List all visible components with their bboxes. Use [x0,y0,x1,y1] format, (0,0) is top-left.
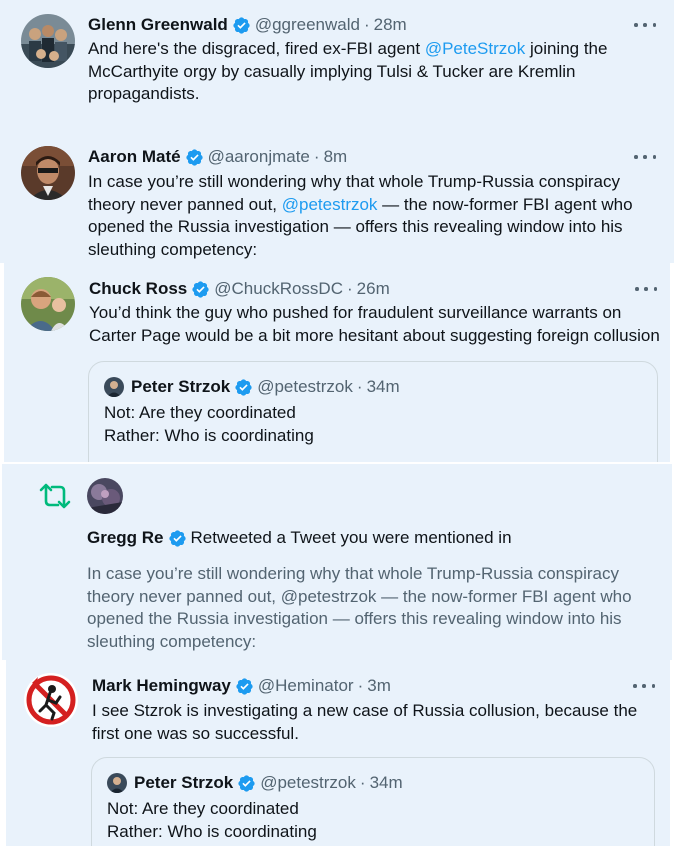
user-handle[interactable]: @ggreenwald [255,15,360,35]
quoted-avatar [104,377,124,397]
quoted-text: Not: Are they coordinated Rather: Who is… [107,798,647,843]
tweet-header: Aaron Maté @aaronjmate · 8m [88,146,347,168]
quoted-line: Not: Are they coordinated [107,799,299,818]
separator-dot: · [313,147,320,166]
quoted-text: Not: Are they coordinated Rather: Who is… [104,402,644,447]
retweet-header: Gregg Re Retweeted a Tweet you were ment… [87,527,512,549]
tweet-card-greenwald[interactable]: Glenn Greenwald @ggreenwald · 28m And he… [0,0,674,132]
more-options-icon[interactable] [633,679,655,693]
display-name[interactable]: Chuck Ross [89,279,187,299]
tweet-text: And here's the disgraced, fired ex-FBI a… [88,38,648,106]
quoted-header: Peter Strzok @petestrzok · 34m [134,772,403,794]
separator-dot: · [359,773,366,792]
quoted-tweet[interactable]: Peter Strzok @petestrzok · 34m Not: Are … [91,757,655,846]
quoted-line: Not: Are they coordinated [104,403,296,422]
separator-dot: · [356,377,363,396]
avatar[interactable] [21,146,75,200]
quoted-timestamp: 34m [366,377,400,396]
retweet-action-text: Retweeted a Tweet you were mentioned in [190,528,512,547]
verified-badge-icon [234,378,253,397]
separator-dot: · [357,676,364,695]
quoted-header: Peter Strzok @petestrzok · 34m [131,376,400,398]
tweet-text: You’d think the guy who pushed for fraud… [89,303,660,345]
mention-link[interactable]: @petestrzok [282,195,378,214]
verified-badge-icon [235,677,254,696]
quoted-user-handle: @petestrzok [257,377,353,396]
timestamp[interactable]: 8m [324,147,348,167]
tweet-header: Chuck Ross @ChuckRossDC · 26m [89,278,390,300]
display-name[interactable]: Mark Hemingway [92,676,231,696]
quoted-display-name: Peter Strzok [134,773,234,792]
display-name[interactable]: Glenn Greenwald [88,15,228,35]
verified-badge-icon [168,529,187,548]
verified-badge-icon [191,280,210,299]
tweet-header: Glenn Greenwald @ggreenwald · 28m [88,14,407,36]
mention-link[interactable]: @PeteStrzok [425,39,525,58]
verified-badge-icon [232,16,251,35]
user-handle[interactable]: @aaronjmate [208,147,310,167]
quoted-tweet[interactable]: Peter Strzok @petestrzok · 34m Not: Are … [88,361,658,462]
retweet-notification-card[interactable]: Gregg Re Retweeted a Tweet you were ment… [2,464,672,660]
quoted-display-name: Peter Strzok [131,377,231,396]
user-handle[interactable]: @Heminator [258,676,354,696]
retweeter-name[interactable]: Gregg Re [87,528,164,548]
quoted-user-handle: @petestrzok [260,773,356,792]
timestamp[interactable]: 3m [367,676,391,696]
avatar[interactable] [21,277,75,331]
display-name[interactable]: Aaron Maté [88,147,181,167]
tweet-text: In case you’re still wondering why that … [88,171,648,261]
verified-badge-icon [237,774,256,793]
avatar[interactable] [21,14,75,68]
quoted-line: Rather: Who is coordinating [104,425,314,445]
separator-dot: · [363,15,370,34]
quoted-avatar [107,773,127,793]
retweet-icon [39,483,71,509]
more-options-icon[interactable] [634,18,656,32]
tweet-text: I see Stzrok is investigating a new case… [92,701,638,743]
quoted-timestamp: 34m [369,773,403,792]
separator-dot: · [346,279,353,298]
quoted-line: Rather: Who is coordinating [107,821,317,841]
tweet-card-ross[interactable]: Chuck Ross @ChuckRossDC · 26m You’d thin… [4,263,670,462]
avatar[interactable] [87,478,123,514]
avatar[interactable] [24,673,78,727]
verified-badge-icon [185,148,204,167]
tweet-header: Mark Hemingway @Heminator · 3m [92,675,391,697]
more-options-icon[interactable] [634,150,656,164]
timestamp[interactable]: 28m [374,15,407,35]
timestamp[interactable]: 26m [357,279,390,299]
retweeted-text: In case you’re still wondering why that … [87,564,632,651]
user-handle[interactable]: @ChuckRossDC [214,279,343,299]
tweet-text-part: And here's the disgraced, fired ex-FBI a… [88,39,425,58]
tweet-card-mate[interactable]: Aaron Maté @aaronjmate · 8m In case you’… [0,132,674,263]
tweet-card-hemingway[interactable]: Mark Hemingway @Heminator · 3m I see Stz… [6,660,670,846]
more-options-icon[interactable] [635,282,657,296]
